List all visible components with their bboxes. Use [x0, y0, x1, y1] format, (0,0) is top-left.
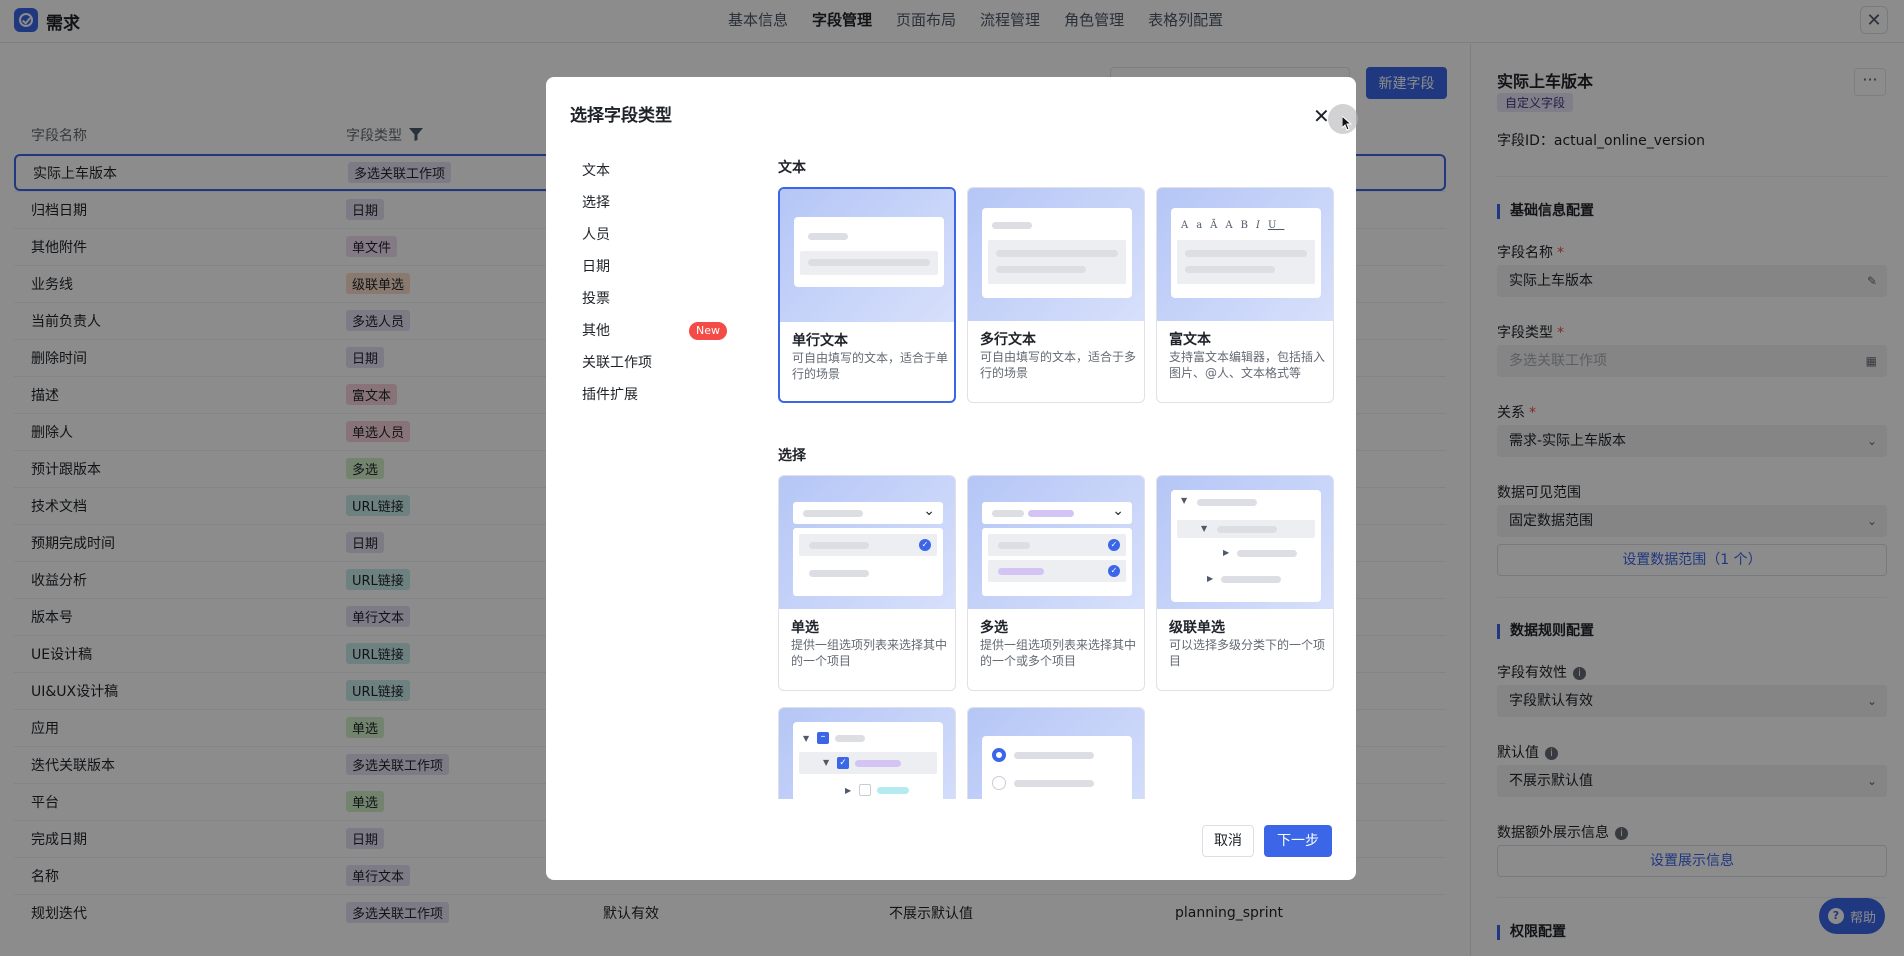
tree-arrow-icon: ▶ [1223, 548, 1230, 557]
card-desc: 可自由填写的文本，适合于单行的场景 [792, 351, 949, 381]
chevron-down-icon: ⌄ [1112, 503, 1124, 519]
card-single-select[interactable]: ⌄ ✓ 单选 提供一组选项列表来选择其中的一个项目 [778, 475, 956, 691]
card-cascade-multi-select[interactable]: ▼ – ▼ ✓ ▶ [778, 707, 956, 799]
checkbox-partial-icon: – [817, 732, 829, 744]
next-button[interactable]: 下一步 [1264, 825, 1332, 857]
mouse-cursor-icon [1328, 104, 1358, 134]
rich-text-illustration: AaĀABIU [1157, 188, 1333, 321]
nav-other[interactable]: 其他 New [582, 315, 727, 347]
nav-people[interactable]: 人员 [582, 219, 727, 251]
nav-date[interactable]: 日期 [582, 251, 727, 283]
checkbox-empty-icon [859, 784, 871, 796]
card-single-line-text[interactable]: 单行文本 可自由填写的文本，适合于单行的场景 [778, 187, 956, 403]
checkbox-checked-icon: ✓ [837, 757, 849, 769]
multi-select-illustration: ⌄ ✓ ✓ [968, 476, 1144, 609]
radio-illustration [968, 708, 1144, 799]
nav-related-work-item[interactable]: 关联工作项 [582, 347, 727, 379]
cascade-select-illustration: ▼ ▼ ▶ ▶ [1157, 476, 1333, 609]
nav-vote[interactable]: 投票 [582, 283, 727, 315]
chevron-down-icon: ⌄ [923, 503, 935, 519]
radio-checked-icon [992, 748, 1006, 762]
select-field-type-dialog: 选择字段类型 ✕ 文本 选择 人员 日期 投票 其他 New 关联工作项 插件扩展… [546, 77, 1358, 880]
radio-empty-icon [992, 776, 1006, 790]
tree-arrow-icon: ▶ [1207, 574, 1214, 583]
section-text-title: 文本 [778, 160, 806, 176]
card-desc: 可以选择多级分类下的一个项目 [1169, 638, 1326, 668]
single-line-text-illustration [780, 189, 954, 322]
cascade-multi-illustration: ▼ – ▼ ✓ ▶ [779, 708, 955, 799]
card-desc: 支持富文本编辑器，包括插入图片、@人、文本格式等 [1169, 350, 1326, 380]
card-name: 单选 [791, 620, 819, 636]
tree-arrow-icon: ▼ [823, 758, 830, 767]
card-name: 多选 [980, 620, 1008, 636]
card-desc: 可自由填写的文本，适合于多行的场景 [980, 350, 1137, 380]
card-name: 单行文本 [792, 333, 848, 349]
card-rich-text[interactable]: AaĀABIU 富文本 支持富文本编辑器，包括插入图片、@人、文本格式等 [1156, 187, 1334, 403]
card-multi-line-text[interactable]: 多行文本 可自由填写的文本，适合于多行的场景 [967, 187, 1145, 403]
section-select-title: 选择 [778, 448, 806, 464]
dialog-title: 选择字段类型 [570, 106, 672, 126]
card-name: 级联单选 [1169, 620, 1225, 636]
single-select-illustration: ⌄ ✓ [779, 476, 955, 609]
card-radio[interactable] [967, 707, 1145, 799]
type-card-area: 文本 单行文本 可自由填写的文本，适合于单行的场景 多行文本 可自由填写的文本，… [762, 149, 1342, 799]
tree-arrow-icon: ▶ [845, 786, 852, 795]
nav-select[interactable]: 选择 [582, 187, 727, 219]
card-name: 多行文本 [980, 332, 1036, 348]
type-category-nav: 文本 选择 人员 日期 投票 其他 New 关联工作项 插件扩展 [582, 155, 727, 411]
card-desc: 提供一组选项列表来选择其中的一个项目 [791, 638, 948, 668]
multi-line-text-illustration [968, 188, 1144, 321]
nav-plugin-extension[interactable]: 插件扩展 [582, 379, 727, 411]
tree-arrow-icon: ▼ [1181, 496, 1188, 505]
card-cascade-single-select[interactable]: ▼ ▼ ▶ ▶ 级联单选 可以选择多级分类下的一个项目 [1156, 475, 1334, 691]
card-desc: 提供一组选项列表来选择其中的一个或多个项目 [980, 638, 1137, 668]
card-name: 富文本 [1169, 332, 1211, 348]
cancel-button[interactable]: 取消 [1202, 825, 1254, 857]
new-badge: New [689, 322, 727, 340]
nav-other-label: 其他 [582, 323, 610, 339]
tree-arrow-icon: ▼ [1201, 524, 1208, 533]
format-toolbar-icon: AaĀABIU [1181, 220, 1285, 231]
nav-text[interactable]: 文本 [582, 155, 727, 187]
tree-arrow-icon: ▼ [803, 734, 810, 743]
card-multi-select[interactable]: ⌄ ✓ ✓ 多选 提供一组选项列表来选择其中的一个或多个项目 [967, 475, 1145, 691]
